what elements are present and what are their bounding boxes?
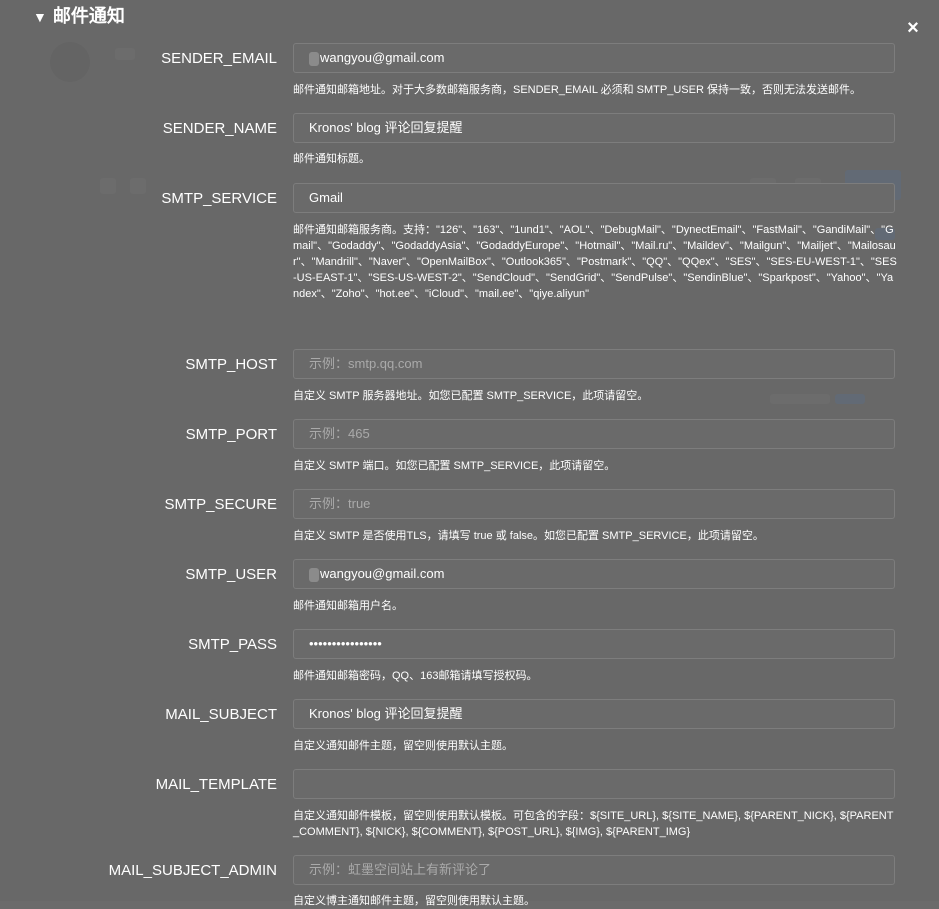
mail-subject-input[interactable]: Kronos' blog 评论回复提醒 bbox=[293, 699, 895, 729]
field-label: SENDER_EMAIL bbox=[161, 50, 277, 67]
field-help: 自定义 SMTP 是否使用TLS，请填写 true 或 false。如您已配置 … bbox=[293, 530, 764, 542]
field-label: SMTP_SERVICE bbox=[161, 190, 277, 207]
mail-notification-panel: ▼ 邮件通知 × SENDER_EMAIL wangyou@gmail.com 邮… bbox=[0, 0, 939, 907]
collapse-triangle-icon: ▼ bbox=[33, 9, 47, 25]
section-title: 邮件通知 bbox=[52, 6, 125, 26]
redacted-mark bbox=[309, 567, 319, 582]
field-label: MAIL_SUBJECT bbox=[165, 706, 277, 723]
field-placeholder: 示例：465 bbox=[309, 426, 370, 441]
field-help: 邮件通知邮箱地址。对于大多数邮箱服务商，SENDER_EMAIL 必须和 SMT… bbox=[293, 84, 861, 96]
section-header[interactable]: ▼ 邮件通知 bbox=[33, 2, 125, 30]
field-label: SMTP_SECURE bbox=[164, 496, 277, 513]
field-placeholder: 示例：虹墨空间站上有新评论了 bbox=[309, 862, 492, 877]
field-help: 自定义通知邮件模板，留空则使用默认模板。可包含的字段：${SITE_URL}, … bbox=[293, 810, 894, 838]
field-label: SMTP_PORT bbox=[185, 426, 277, 443]
mail-subject-admin-input[interactable]: 示例：虹墨空间站上有新评论了 bbox=[293, 855, 895, 885]
mail-template-input[interactable] bbox=[293, 769, 895, 799]
field-help: 自定义博主通知邮件主题，留空则使用默认主题。 bbox=[293, 895, 535, 907]
smtp-host-input[interactable]: 示例：smtp.qq.com bbox=[293, 349, 895, 379]
field-placeholder: 示例：true bbox=[309, 496, 371, 511]
smtp-port-input[interactable]: 示例：465 bbox=[293, 419, 895, 449]
field-value: Kronos' blog 评论回复提醒 bbox=[309, 120, 463, 135]
field-value: Kronos' blog 评论回复提醒 bbox=[309, 706, 463, 721]
field-label: MAIL_SUBJECT_ADMIN bbox=[108, 862, 277, 879]
field-help: 自定义通知邮件主题，留空则使用默认主题。 bbox=[293, 740, 513, 752]
field-label: SENDER_NAME bbox=[162, 120, 277, 137]
field-label: SMTP_USER bbox=[185, 566, 277, 583]
field-help: 邮件通知标题。 bbox=[293, 153, 370, 165]
sender-email-input[interactable]: wangyou@gmail.com bbox=[293, 43, 895, 73]
field-placeholder: 示例：smtp.qq.com bbox=[309, 356, 423, 371]
redacted-mark bbox=[309, 51, 319, 66]
smtp-service-input[interactable]: Gmail bbox=[293, 183, 895, 213]
smtp-user-input[interactable]: wangyou@gmail.com bbox=[293, 559, 895, 589]
smtp-pass-input[interactable]: •••••••••••••••• bbox=[293, 629, 895, 659]
field-label: MAIL_TEMPLATE bbox=[155, 776, 277, 793]
sender-name-input[interactable]: Kronos' blog 评论回复提醒 bbox=[293, 113, 895, 143]
field-help: 自定义 SMTP 服务器地址。如您已配置 SMTP_SERVICE，此项请留空。 bbox=[293, 390, 649, 402]
close-button[interactable]: × bbox=[903, 17, 923, 39]
field-value: •••••••••••••••• bbox=[309, 636, 382, 651]
smtp-secure-input[interactable]: 示例：true bbox=[293, 489, 895, 519]
field-label: SMTP_PASS bbox=[188, 636, 277, 653]
field-value: wangyou@gmail.com bbox=[320, 566, 445, 581]
field-label: SMTP_HOST bbox=[185, 356, 277, 373]
field-value: wangyou@gmail.com bbox=[320, 50, 445, 65]
field-value: Gmail bbox=[309, 190, 343, 205]
field-help: 邮件通知邮箱密码，QQ、163邮箱请填写授权码。 bbox=[293, 670, 538, 682]
field-help: 邮件通知邮箱用户名。 bbox=[293, 600, 403, 612]
field-help: 自定义 SMTP 端口。如您已配置 SMTP_SERVICE，此项请留空。 bbox=[293, 460, 616, 472]
field-help: 邮件通知邮箱服务商。支持："126"、"163"、"1und1"、"AOL"、"… bbox=[293, 224, 897, 300]
